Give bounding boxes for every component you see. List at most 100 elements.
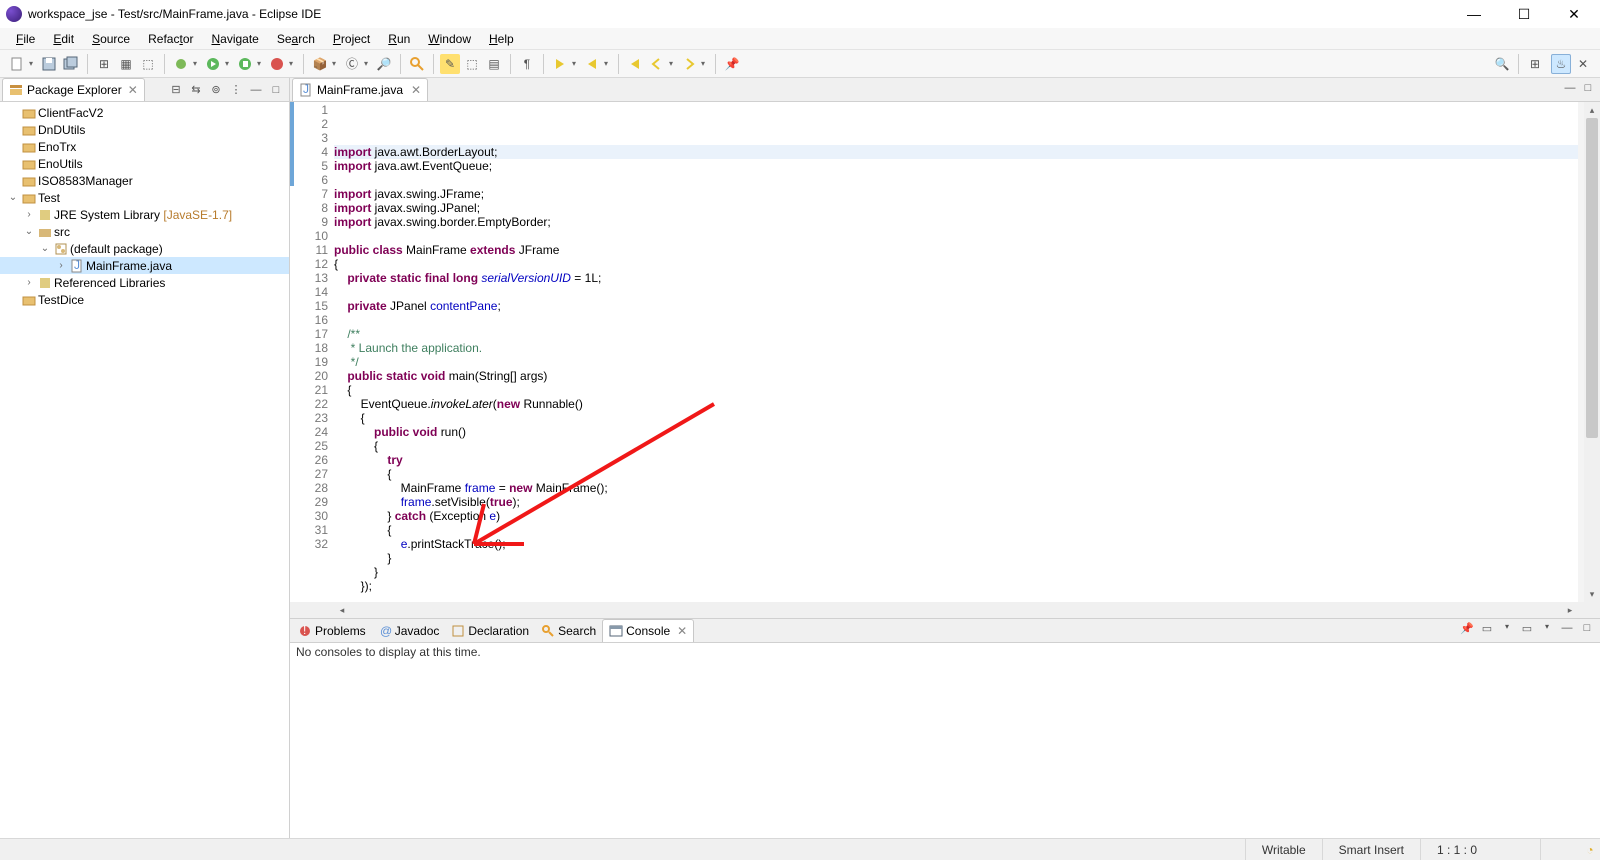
editor-tab-label: MainFrame.java <box>317 83 403 97</box>
menu-file[interactable]: File <box>8 30 43 48</box>
menu-help[interactable]: Help <box>481 30 522 48</box>
package-explorer-label: Package Explorer <box>27 83 122 97</box>
package-explorer-icon <box>9 83 23 97</box>
open-console-icon[interactable]: ▭ <box>1518 622 1536 640</box>
pin-console-icon[interactable]: 📌 <box>1458 622 1476 640</box>
title-bar: workspace_jse - Test/src/MainFrame.java … <box>0 0 1600 28</box>
tip-icon[interactable]: ◔ <box>1580 843 1600 857</box>
next-annotation-icon[interactable] <box>550 54 570 74</box>
open-type-icon[interactable]: 🔎 <box>374 54 394 74</box>
tree-java-file[interactable]: ›JMainFrame.java <box>0 257 289 274</box>
tree-project[interactable]: TestDice <box>0 291 289 308</box>
close-button[interactable]: ✕ <box>1558 6 1590 23</box>
save-button[interactable] <box>39 54 59 74</box>
forward-button[interactable] <box>679 54 699 74</box>
debug-button[interactable] <box>171 54 191 74</box>
toolbar: ▾ ⊞ ▦ ⬚ ▾ ▾ ▾ ▾ 📦▾ Ⓒ▾ 🔎 ✎ ⬚ ▤ ¶ ▾ ▾ ▾ <box>0 50 1600 78</box>
svg-text:J: J <box>303 83 309 96</box>
editor-tabbar: J MainFrame.java ✕ — □ <box>290 78 1600 102</box>
project-tree[interactable]: ClientFacV2 DnDUtils EnoTrx EnoUtils ISO… <box>0 102 289 838</box>
coverage-button[interactable] <box>235 54 255 74</box>
new-package-icon[interactable]: 📦 <box>310 54 330 74</box>
collapse-all-icon[interactable]: ⊟ <box>167 81 185 99</box>
tree-jre[interactable]: ›JRE System Library [JavaSE-1.7] <box>0 206 289 223</box>
code-editor[interactable]: 1234567891011121314151617181920212223242… <box>290 102 1600 602</box>
pin-icon[interactable]: 📌 <box>722 54 742 74</box>
tab-console[interactable]: Console✕ <box>602 619 694 642</box>
display-console-icon[interactable]: ▭ <box>1478 622 1496 640</box>
menu-run[interactable]: Run <box>380 30 418 48</box>
view-menu-icon[interactable]: ⋮ <box>227 81 245 99</box>
toggle-word-wrap-icon[interactable]: ⬚ <box>462 54 482 74</box>
menu-refactor[interactable]: Refactor <box>140 30 201 48</box>
search-button[interactable] <box>407 54 427 74</box>
console-output: No consoles to display at this time. <box>290 643 1600 838</box>
debug-perspective-icon[interactable]: ✕ <box>1573 54 1593 74</box>
last-edit-icon[interactable] <box>625 54 645 74</box>
tab-problems[interactable]: !Problems <box>292 619 372 642</box>
run-button[interactable] <box>203 54 223 74</box>
tree-src[interactable]: ⌄src <box>0 223 289 240</box>
quick-access-icon[interactable]: 🔍 <box>1492 54 1512 74</box>
menu-navigate[interactable]: Navigate <box>203 30 266 48</box>
menu-window[interactable]: Window <box>420 30 479 48</box>
editor-tab[interactable]: J MainFrame.java ✕ <box>292 78 428 101</box>
close-console-tab-icon[interactable]: ✕ <box>677 624 687 638</box>
vertical-scrollbar[interactable]: ▴ ▾ <box>1584 102 1600 602</box>
status-insert-mode: Smart Insert <box>1322 839 1420 860</box>
tree-project[interactable]: EnoTrx <box>0 138 289 155</box>
save-all-button[interactable] <box>61 54 81 74</box>
toggle-block-icon[interactable]: ▦ <box>116 54 136 74</box>
tree-ref-libs[interactable]: ›Referenced Libraries <box>0 274 289 291</box>
status-writable: Writable <box>1245 839 1322 860</box>
tree-package[interactable]: ⌄(default package) <box>0 240 289 257</box>
tree-project[interactable]: DnDUtils <box>0 121 289 138</box>
pin-editor-icon[interactable]: ¶ <box>517 54 537 74</box>
minimize-view-icon[interactable]: — <box>247 81 265 99</box>
tab-declaration[interactable]: Declaration <box>445 619 535 642</box>
eclipse-icon <box>6 6 22 22</box>
tree-project[interactable]: ISO8583Manager <box>0 172 289 189</box>
maximize-editor-icon[interactable]: □ <box>1580 82 1596 98</box>
open-perspective-icon[interactable]: ⊞ <box>1525 54 1545 74</box>
external-tools-button[interactable] <box>267 54 287 74</box>
new-button[interactable] <box>7 54 27 74</box>
svg-text:J: J <box>74 259 80 272</box>
tab-javadoc[interactable]: @Javadoc <box>372 619 446 642</box>
toggle-mark-icon[interactable]: ⬚ <box>138 54 158 74</box>
bottom-panel: !Problems @Javadoc Declaration Search Co… <box>290 618 1600 838</box>
close-view-icon[interactable]: ✕ <box>128 83 138 97</box>
package-explorer-tab[interactable]: Package Explorer ✕ <box>2 78 145 101</box>
menu-project[interactable]: Project <box>325 30 378 48</box>
minimize-editor-icon[interactable]: — <box>1562 82 1578 98</box>
java-file-icon: J <box>299 83 313 97</box>
toggle-breadcrumb-icon[interactable]: ⊞ <box>94 54 114 74</box>
new-class-icon[interactable]: Ⓒ <box>342 54 362 74</box>
line-number-gutter: 1234567891011121314151617181920212223242… <box>302 102 334 602</box>
back-button[interactable] <box>647 54 667 74</box>
show-whitespace-icon[interactable]: ▤ <box>484 54 504 74</box>
prev-annotation-icon[interactable] <box>582 54 602 74</box>
java-perspective-icon[interactable]: ♨ <box>1551 54 1571 74</box>
menu-source[interactable]: Source <box>84 30 138 48</box>
toggle-highlight-icon[interactable]: ✎ <box>440 54 460 74</box>
tree-project[interactable]: ClientFacV2 <box>0 104 289 121</box>
maximize-button[interactable]: ☐ <box>1508 6 1540 23</box>
tree-project-open[interactable]: ⌄Test <box>0 189 289 206</box>
menu-search[interactable]: Search <box>269 30 323 48</box>
tab-search[interactable]: Search <box>535 619 602 642</box>
minimize-console-icon[interactable]: — <box>1558 622 1576 640</box>
menu-bar: File Edit Source Refactor Navigate Searc… <box>0 28 1600 50</box>
package-explorer: Package Explorer ✕ ⊟ ⇆ ⊚ ⋮ — □ ClientFac… <box>0 78 290 838</box>
menu-edit[interactable]: Edit <box>45 30 82 48</box>
maximize-console-icon[interactable]: □ <box>1578 622 1596 640</box>
focus-task-icon[interactable]: ⊚ <box>207 81 225 99</box>
tree-project[interactable]: EnoUtils <box>0 155 289 172</box>
link-editor-icon[interactable]: ⇆ <box>187 81 205 99</box>
code-content[interactable]: import java.awt.BorderLayout;import java… <box>334 102 1578 602</box>
maximize-view-icon[interactable]: □ <box>267 81 285 99</box>
close-tab-icon[interactable]: ✕ <box>411 83 421 97</box>
horizontal-scrollbar[interactable]: ◂▸ <box>290 602 1600 618</box>
minimize-button[interactable]: — <box>1458 6 1490 23</box>
status-empty <box>1540 839 1580 860</box>
